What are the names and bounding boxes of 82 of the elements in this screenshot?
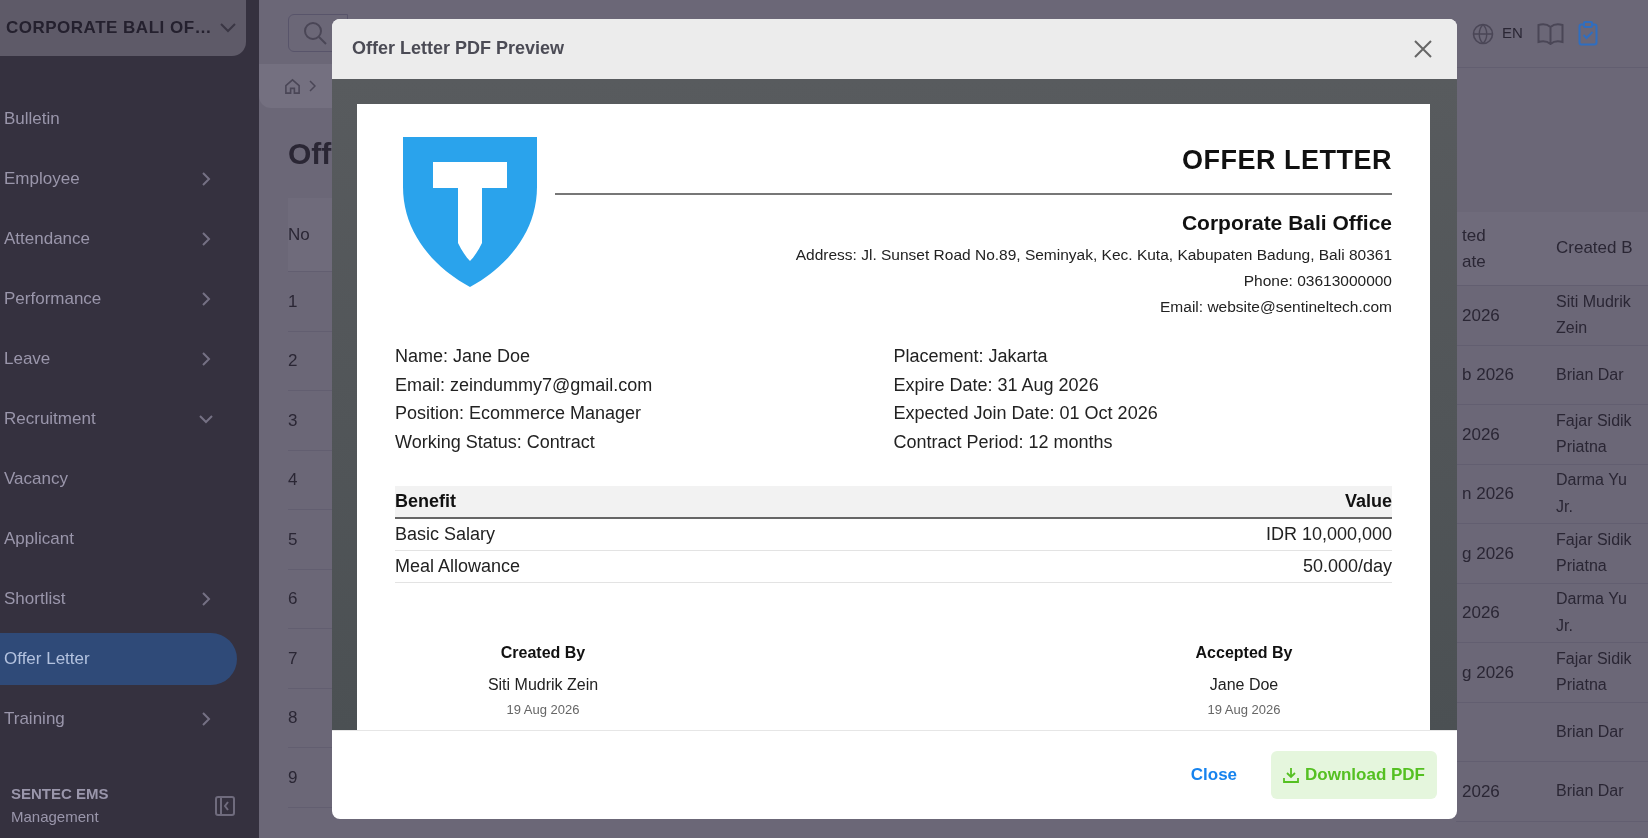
detail-line: Working Status: Contract (395, 430, 596, 454)
column-header: No (288, 223, 310, 246)
close-button[interactable]: Close (1184, 761, 1244, 789)
detail-line: Name: Jane Doe (395, 345, 532, 368)
signature-label: Accepted By (1194, 643, 1294, 664)
table-cell: Meal Allowance (395, 550, 892, 583)
table-cell-text: g 2026 (1461, 542, 1515, 565)
table-cell-text: Fajar Sidik Priatna (1556, 648, 1633, 696)
nav-item[interactable]: Performance (0, 273, 237, 325)
table-cell-text: Brian Dar (1556, 781, 1625, 802)
nav-item[interactable]: Attendance (0, 213, 237, 265)
nav-item[interactable]: Training (0, 693, 237, 745)
table-cell-text: 9 (288, 766, 298, 789)
column-header: ted ate (1461, 225, 1487, 273)
download-icon (1283, 767, 1300, 783)
table-cell-text: 8 (288, 707, 298, 729)
company-name: Corporate Bali Office (1180, 209, 1392, 236)
detail-line: Expire Date: 31 Aug 2026 (893, 373, 1100, 397)
nav-item[interactable]: Vacancy (0, 453, 237, 505)
detail-line: Position: Ecommerce Manager (395, 402, 643, 426)
signer-name: Siti Mudrik Zein (486, 675, 600, 696)
table-cell-text: 7 (288, 647, 298, 670)
home-icon[interactable] (284, 77, 301, 95)
table-cell-text: 1 (288, 290, 298, 313)
chevron-down-icon (220, 23, 236, 33)
column-header: Benefit (395, 486, 892, 519)
nav-item[interactable]: Leave (0, 333, 237, 385)
table-cell-text: Siti Mudrik Zein (1556, 291, 1632, 339)
table-cell-text: Darma Yu Jr. (1556, 470, 1628, 517)
table-cell: Basic Salary (395, 518, 892, 551)
collapse-sidebar-icon[interactable] (215, 795, 235, 816)
search-icon (303, 21, 327, 45)
table-cell-text: 2026 (1461, 304, 1501, 327)
table-cell-text: 2026 (1461, 780, 1501, 803)
contact-line: Email: website@sentineltech.com (1159, 297, 1392, 317)
nav-item[interactable]: Applicant (0, 513, 237, 565)
nav-item[interactable]: Offer Letter (0, 633, 237, 685)
table-cell-text: 6 (288, 588, 298, 610)
app-name: SENTEC EMS (11, 784, 109, 804)
table-cell: IDR 10,000,000 (891, 518, 1392, 551)
table-cell-text: 2 (288, 350, 298, 372)
table-cell-text: b 2026 (1461, 364, 1515, 386)
table-cell-text: Brian Dar (1556, 364, 1625, 385)
signer-name: Jane Doe (1208, 675, 1280, 696)
organization-selector[interactable]: CORPORATE BALI OF… (0, 0, 246, 56)
column-header: Value (891, 486, 1392, 519)
globe-icon[interactable] (1472, 22, 1494, 45)
table-cell-text: Brian Dar (1556, 721, 1625, 742)
table-cell-text: Fajar Sidik Priatna (1556, 529, 1633, 577)
table-cell-text: g 2026 (1461, 661, 1515, 684)
detail-line: Placement: Jakarta (893, 345, 1049, 368)
nav-item[interactable]: Recruitment (0, 393, 237, 445)
table-cell-text: 3 (288, 409, 298, 432)
page-title: Off (288, 136, 333, 172)
table-cell-text: 5 (288, 528, 298, 551)
language-selector[interactable]: EN (1502, 22, 1523, 45)
table-cell-text: Darma Yu Jr. (1556, 589, 1628, 636)
table-cell: 50.000/day (891, 550, 1392, 583)
book-icon[interactable] (1536, 22, 1564, 45)
detail-line: Contract Period: 12 months (893, 430, 1114, 454)
table-cell-text: 2026 (1461, 423, 1501, 446)
letter-heading: OFFER LETTER (1181, 144, 1392, 177)
signature-date: 19 Aug 2026 (1206, 701, 1282, 720)
nav-item[interactable]: Employee (0, 153, 237, 205)
table-cell-text: n 2026 (1461, 483, 1515, 505)
detail-line: Expected Join Date: 01 Oct 2026 (893, 402, 1159, 426)
signature-label: Created By (499, 643, 587, 664)
table-cell-text: Fajar Sidik Priatna (1556, 410, 1633, 458)
table-cell-text: 4 (288, 469, 298, 491)
signature-date: 19 Aug 2026 (505, 701, 581, 720)
column-header: Created B (1556, 237, 1634, 260)
contact-line: Phone: 03613000000 (1242, 271, 1392, 291)
table-cell-text: 2026 (1461, 602, 1501, 624)
dialog-title: Offer Letter PDF Preview (352, 38, 565, 60)
app-subtitle: Management (11, 806, 100, 827)
nav-item[interactable]: Shortlist (0, 573, 237, 625)
contact-line: Address: Jl. Sunset Road No.89, Seminyak, Kec. Kuta, Kabupaten Badung, Bali 80361 (794, 245, 1392, 265)
detail-line: Email: zeindummy7@gmail.com (395, 373, 654, 397)
chevron-right-icon (309, 80, 316, 92)
nav-item[interactable]: Bulletin (0, 93, 237, 145)
clipboard-check-icon[interactable] (1577, 21, 1598, 46)
close-icon (1413, 39, 1433, 59)
